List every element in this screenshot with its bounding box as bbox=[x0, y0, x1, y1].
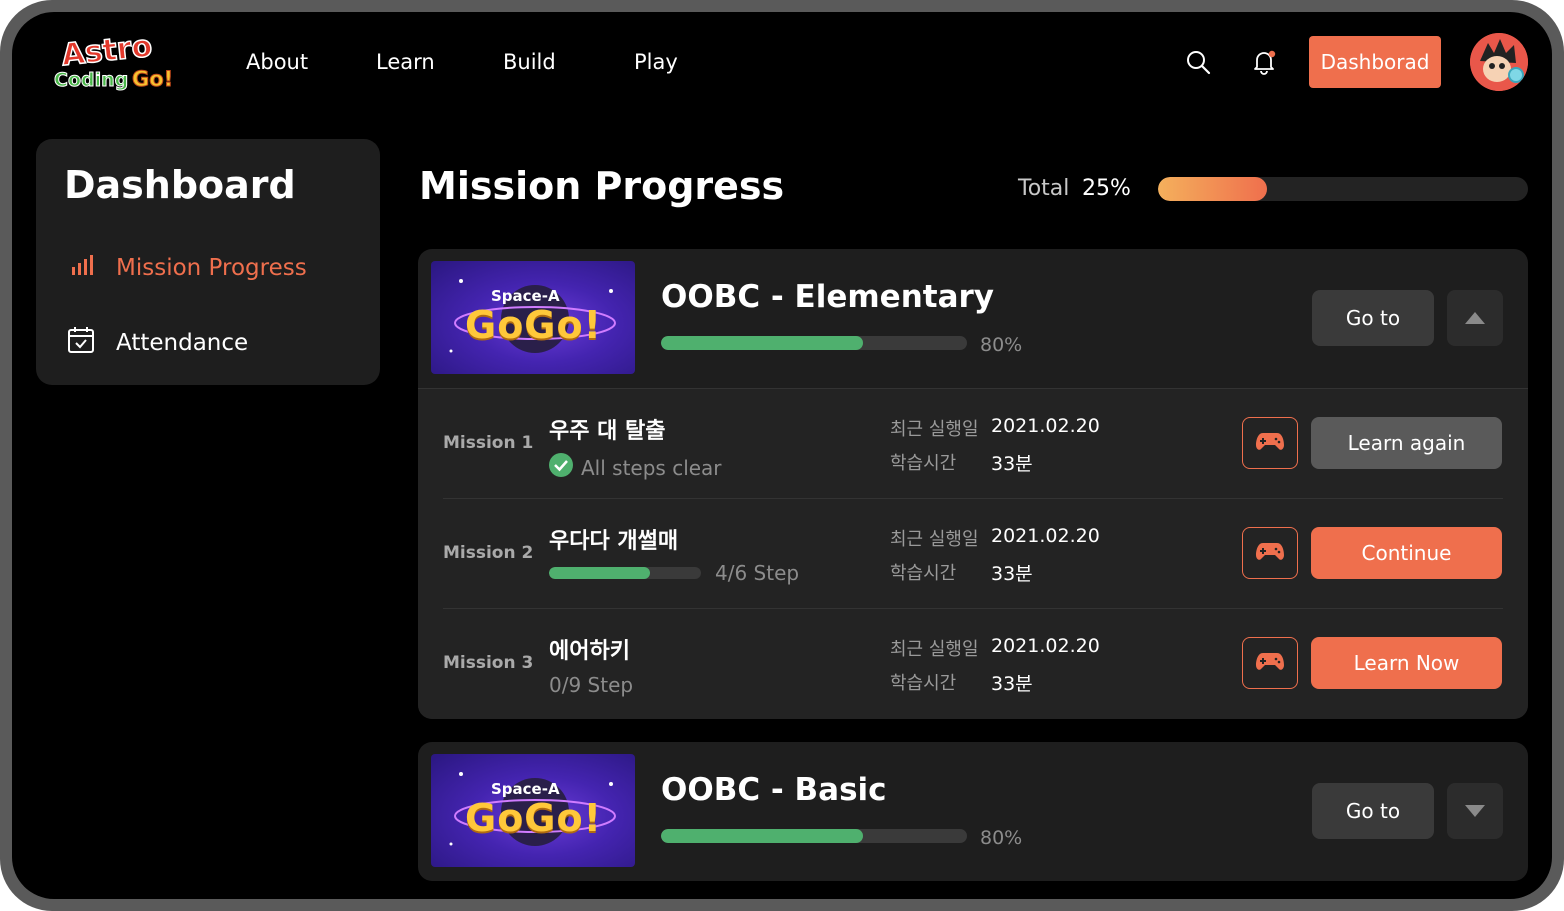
gamepad-icon bbox=[1255, 430, 1285, 456]
study-time-key: 학습시간 bbox=[890, 673, 957, 694]
search-icon[interactable] bbox=[1182, 46, 1214, 78]
mission-label: Mission 2 bbox=[443, 543, 534, 563]
mission-status-text: 4/6 Step bbox=[715, 561, 800, 585]
check-circle-icon bbox=[549, 453, 573, 482]
mission-status: All steps clear bbox=[549, 453, 722, 482]
go-to-button[interactable]: Go to bbox=[1312, 290, 1434, 346]
mission-name: 우주 대 탈출 bbox=[549, 419, 666, 444]
sidebar-item-attendance[interactable]: Attendance bbox=[66, 325, 248, 361]
nav-play[interactable]: Play bbox=[634, 50, 678, 74]
total-label: Total bbox=[1018, 176, 1070, 201]
nav-about[interactable]: About bbox=[246, 50, 308, 74]
mission-label: Mission 3 bbox=[443, 653, 534, 673]
course-percent: 80% bbox=[980, 827, 1023, 849]
total-percent: 25% bbox=[1082, 176, 1131, 201]
collapse-button[interactable] bbox=[1447, 290, 1503, 346]
mission-name: 우다다 개썰매 bbox=[549, 529, 679, 554]
svg-text:Go!: Go! bbox=[132, 67, 173, 91]
mission-progress-fill bbox=[549, 567, 651, 579]
play-game-button[interactable] bbox=[1242, 527, 1298, 579]
course-progress-bar bbox=[661, 829, 967, 843]
chevron-up-icon bbox=[1465, 309, 1485, 328]
course-title: OOBC - Elementary bbox=[661, 279, 994, 315]
mission-row: Mission 3 에어하키 0/9 Step 최근 실행일 2021.02.2… bbox=[443, 609, 1503, 719]
thumbnail-title: GoGo! bbox=[465, 303, 602, 347]
user-avatar[interactable] bbox=[1470, 33, 1528, 91]
mission-name: 에어하키 bbox=[549, 639, 630, 664]
thumbnail-title: GoGo! bbox=[465, 796, 602, 840]
course-progress-fill bbox=[661, 336, 863, 350]
last-run-date: 2021.02.20 bbox=[991, 635, 1100, 657]
course-card-basic: Space-A GoGo! OOBC - Basic 80% Go to bbox=[418, 742, 1528, 881]
astro-coding-go-logo[interactable]: Astro Coding Go! bbox=[52, 26, 182, 92]
page-title: Mission Progress bbox=[419, 164, 785, 208]
study-time-key: 학습시간 bbox=[890, 453, 957, 474]
gamepad-icon bbox=[1255, 540, 1285, 566]
study-time-value: 33분 bbox=[991, 563, 1033, 585]
nav-build[interactable]: Build bbox=[503, 50, 556, 74]
sidebar-item-mission-progress[interactable]: Mission Progress bbox=[66, 251, 307, 285]
device-frame: Astro Coding Go! About Learn Build Play … bbox=[0, 0, 1564, 911]
course-thumbnail: Space-A GoGo! bbox=[431, 754, 635, 867]
dashboard-button[interactable]: Dashborad bbox=[1309, 36, 1441, 88]
continue-button[interactable]: Continue bbox=[1311, 527, 1502, 579]
course-card-elementary: Space-A GoGo! OOBC - Elementary 80% Go t… bbox=[418, 249, 1528, 719]
last-run-key: 최근 실행일 bbox=[890, 639, 979, 660]
mission-row: Mission 1 우주 대 탈출 All steps clear 최근 실행일… bbox=[443, 389, 1503, 499]
sidebar-item-label: Mission Progress bbox=[116, 255, 307, 281]
chevron-down-icon bbox=[1465, 802, 1485, 821]
mission-label: Mission 1 bbox=[443, 433, 534, 453]
course-progress-fill bbox=[661, 829, 863, 843]
gamepad-icon bbox=[1255, 650, 1285, 676]
course-header: Space-A GoGo! OOBC - Basic 80% Go to bbox=[418, 742, 1528, 881]
study-time-value: 33분 bbox=[991, 453, 1033, 475]
sidebar-item-label: Attendance bbox=[116, 330, 249, 356]
mission-status-text: 0/9 Step bbox=[549, 673, 634, 697]
study-time-key: 학습시간 bbox=[890, 563, 957, 584]
bar-chart-icon bbox=[66, 251, 96, 285]
study-time-value: 33분 bbox=[991, 673, 1033, 695]
play-game-button[interactable] bbox=[1242, 417, 1298, 469]
calendar-check-icon bbox=[66, 325, 96, 361]
course-progress-bar bbox=[661, 336, 967, 350]
mission-row: Mission 2 우다다 개썰매 4/6 Step 최근 실행일 2021.0… bbox=[443, 499, 1503, 609]
last-run-key: 최근 실행일 bbox=[890, 419, 979, 440]
play-game-button[interactable] bbox=[1242, 637, 1298, 689]
mission-status: 4/6 Step bbox=[549, 561, 799, 585]
course-thumbnail: Space-A GoGo! bbox=[431, 261, 635, 374]
mission-status-text: All steps clear bbox=[581, 455, 722, 480]
last-run-key: 최근 실행일 bbox=[890, 529, 979, 550]
total-progress-fill bbox=[1158, 177, 1268, 201]
last-run-date: 2021.02.20 bbox=[991, 415, 1100, 437]
course-title: OOBC - Basic bbox=[661, 772, 887, 808]
mission-status: 0/9 Step bbox=[549, 673, 633, 697]
course-header: Space-A GoGo! OOBC - Elementary 80% Go t… bbox=[418, 249, 1528, 388]
go-to-button[interactable]: Go to bbox=[1312, 783, 1434, 839]
total-progress-bar bbox=[1158, 177, 1528, 201]
learn-now-button[interactable]: Learn Now bbox=[1311, 637, 1502, 689]
svg-text:Coding: Coding bbox=[54, 69, 128, 91]
course-percent: 80% bbox=[980, 334, 1023, 356]
nav-learn[interactable]: Learn bbox=[376, 50, 435, 74]
sidebar: Dashboard Mission Progress Attendance bbox=[36, 139, 380, 385]
bell-icon[interactable] bbox=[1248, 46, 1280, 78]
learn-again-button[interactable]: Learn again bbox=[1311, 417, 1502, 469]
app-screen: Astro Coding Go! About Learn Build Play … bbox=[12, 12, 1552, 899]
expand-button[interactable] bbox=[1447, 783, 1503, 839]
sidebar-title: Dashboard bbox=[64, 163, 296, 207]
mission-list: Mission 1 우주 대 탈출 All steps clear 최근 실행일… bbox=[418, 388, 1528, 719]
mission-progress-bar bbox=[549, 567, 701, 579]
last-run-date: 2021.02.20 bbox=[991, 525, 1100, 547]
